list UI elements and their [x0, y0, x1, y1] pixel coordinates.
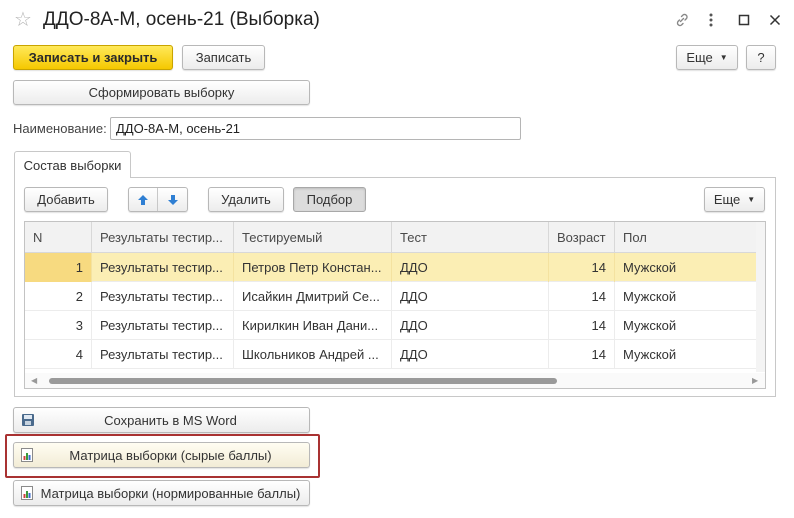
name-value: ДДО-8А-М, осень-21	[116, 121, 241, 136]
report-icon	[21, 486, 33, 500]
cell-sex: Мужской	[615, 253, 757, 282]
cell-age: 14	[549, 311, 615, 340]
table-row[interactable]: 3 Результаты тестир... Кирилкин Иван Дан…	[25, 311, 757, 340]
cell-n: 3	[25, 311, 92, 340]
column-header-results[interactable]: Результаты тестир...	[92, 222, 234, 253]
cell-person: Петров Петр Констан...	[234, 253, 392, 282]
tab-label: Состав выборки	[23, 157, 122, 173]
name-field[interactable]: ДДО-8А-М, осень-21	[110, 117, 521, 140]
save-button[interactable]: Записать	[182, 45, 265, 70]
cell-result: Результаты тестир...	[92, 282, 234, 311]
maximize-icon[interactable]	[734, 10, 754, 30]
chevron-down-icon: ▼	[747, 195, 756, 204]
cell-n: 1	[25, 253, 92, 282]
link-icon[interactable]	[672, 10, 692, 30]
tab-selection-composition[interactable]: Состав выборки	[14, 151, 131, 178]
scroll-left-icon[interactable]: ◀	[31, 376, 37, 385]
delete-label: Удалить	[221, 192, 271, 207]
cell-sex: Мужской	[615, 282, 757, 311]
cell-age: 14	[549, 340, 615, 369]
selection-table[interactable]: N Результаты тестир... Тестируемый Тест …	[24, 221, 766, 389]
generate-selection-label: Сформировать выборку	[88, 85, 235, 100]
more-button[interactable]: Еще ▼	[676, 45, 738, 70]
table-row[interactable]: 4 Результаты тестир... Школьников Андрей…	[25, 340, 757, 369]
generate-selection-button[interactable]: Сформировать выборку	[13, 80, 310, 105]
cell-sex: Мужской	[615, 340, 757, 369]
table-row[interactable]: 1 Результаты тестир... Петров Петр Конст…	[25, 253, 757, 282]
save-to-word-label: Сохранить в MS Word	[104, 412, 237, 428]
cell-test: ДДО	[392, 340, 549, 369]
column-header-n[interactable]: N	[25, 222, 92, 253]
table-row[interactable]: 2 Результаты тестир... Исайкин Дмитрий С…	[25, 282, 757, 311]
more-label: Еще	[686, 50, 713, 65]
move-up-button[interactable]	[129, 188, 159, 211]
pick-button[interactable]: Подбор	[293, 187, 366, 212]
vertical-scrollbar[interactable]	[756, 222, 765, 372]
matrix-normalized-scores-button[interactable]: Матрица выборки (нормированные баллы)	[13, 480, 310, 506]
more-icon[interactable]	[701, 10, 721, 30]
cell-result: Результаты тестир...	[92, 253, 234, 282]
name-label: Наименование:	[13, 121, 107, 136]
cell-result: Результаты тестир...	[92, 311, 234, 340]
save-and-close-button[interactable]: Записать и закрыть	[13, 45, 173, 70]
cell-sex: Мужской	[615, 311, 757, 340]
close-icon[interactable]	[765, 10, 785, 30]
add-label: Добавить	[37, 192, 95, 207]
cell-result: Результаты тестир...	[92, 340, 234, 369]
column-header-test[interactable]: Тест	[392, 222, 549, 253]
matrix-raw-scores-button[interactable]: Матрица выборки (сырые баллы)	[13, 442, 310, 468]
help-label: ?	[757, 50, 765, 65]
star-icon[interactable]: ☆	[14, 9, 32, 31]
horizontal-scrollbar[interactable]: ◀ ▶	[25, 373, 765, 388]
report-icon	[21, 448, 33, 462]
cell-person: Исайкин Дмитрий Се...	[234, 282, 392, 311]
matrix-raw-scores-label: Матрица выборки (сырые баллы)	[69, 447, 272, 463]
scroll-right-icon[interactable]: ▶	[752, 376, 758, 385]
cell-test: ДДО	[392, 311, 549, 340]
table-header: N Результаты тестир... Тестируемый Тест …	[25, 222, 757, 253]
table-more-label: Еще	[713, 192, 741, 207]
pick-label: Подбор	[306, 192, 353, 207]
cell-age: 14	[549, 253, 615, 282]
floppy-disk-icon	[22, 414, 34, 426]
arrow-up-icon	[138, 194, 148, 205]
move-down-button[interactable]	[158, 188, 187, 211]
move-buttons-group	[128, 187, 188, 212]
scrollbar-thumb[interactable]	[49, 378, 557, 384]
cell-n: 4	[25, 340, 92, 369]
matrix-normalized-scores-label: Матрица выборки (нормированные баллы)	[40, 485, 301, 501]
help-button[interactable]: ?	[746, 45, 776, 70]
save-label: Записать	[195, 50, 252, 65]
column-header-sex[interactable]: Пол	[615, 222, 757, 253]
arrow-down-icon	[167, 194, 178, 205]
delete-button[interactable]: Удалить	[208, 187, 284, 212]
cell-test: ДДО	[392, 253, 549, 282]
cell-test: ДДО	[392, 282, 549, 311]
save-to-word-button[interactable]: Сохранить в MS Word	[13, 407, 310, 433]
page-title: ДДО-8А-М, осень-21 (Выборка)	[43, 9, 320, 30]
cell-person: Кирилкин Иван Дани...	[234, 311, 392, 340]
column-header-age[interactable]: Возраст	[549, 222, 615, 253]
cell-age: 14	[549, 282, 615, 311]
add-button[interactable]: Добавить	[24, 187, 108, 212]
cell-person: Школьников Андрей ...	[234, 340, 392, 369]
save-and-close-label: Записать и закрыть	[28, 50, 158, 65]
table-more-button[interactable]: Еще ▼	[704, 187, 765, 212]
cell-n: 2	[25, 282, 92, 311]
chevron-down-icon: ▼	[719, 53, 728, 62]
column-header-person[interactable]: Тестируемый	[234, 222, 392, 253]
